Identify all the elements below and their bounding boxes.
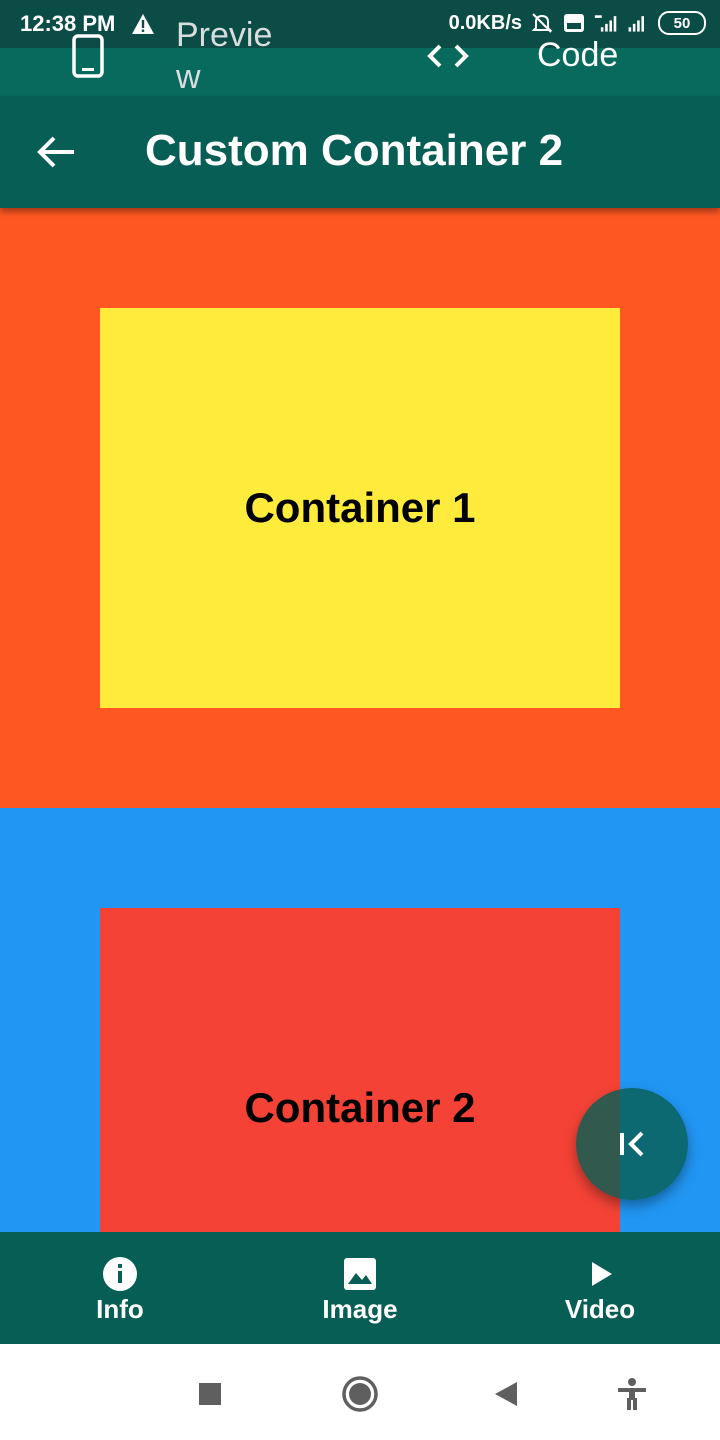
nav-item-info[interactable]: Info xyxy=(0,1232,240,1344)
home-circle-icon[interactable] xyxy=(340,1374,380,1414)
signal-icon xyxy=(628,16,644,32)
page-title: Custom Container 2 xyxy=(145,126,564,175)
collapse-left-icon xyxy=(620,1131,644,1157)
container-1-label: Container 1 xyxy=(244,484,476,531)
outer-container-1: Container 1 xyxy=(0,208,720,808)
nav-label-video: Video xyxy=(564,1294,636,1324)
image-icon xyxy=(344,1258,376,1290)
arrow-left-icon[interactable] xyxy=(32,132,80,172)
network-speed: 0.0KB/s xyxy=(448,11,522,34)
tab-code[interactable]: Code xyxy=(537,36,618,75)
bottom-nav: Info Image Video xyxy=(0,1232,720,1344)
nav-item-video[interactable]: Video xyxy=(480,1232,720,1344)
phone-icon[interactable] xyxy=(72,34,104,78)
info-icon xyxy=(103,1257,137,1291)
nav-label-image: Image xyxy=(322,1294,398,1324)
signal-4g-icon xyxy=(594,15,617,32)
system-nav-bar xyxy=(0,1344,720,1440)
accessibility-icon[interactable] xyxy=(612,1374,652,1414)
container-2-label: Container 2 xyxy=(244,1084,476,1131)
play-icon xyxy=(592,1262,612,1286)
warning-icon xyxy=(132,14,154,34)
tab-preview[interactable]: Preview xyxy=(176,14,286,98)
battery-icon: 50 xyxy=(658,11,706,35)
app-bar: Custom Container 2 xyxy=(0,96,720,208)
mute-icon xyxy=(531,13,553,33)
collapse-fab-button[interactable] xyxy=(576,1088,688,1200)
container-1: Container 1 xyxy=(100,308,620,708)
recents-square-icon[interactable] xyxy=(190,1374,230,1414)
back-triangle-icon[interactable] xyxy=(486,1374,526,1414)
status-icons: 0.0KB/s 50 xyxy=(449,11,706,35)
code-icon[interactable] xyxy=(426,38,470,74)
nav-item-image[interactable]: Image xyxy=(240,1232,480,1344)
nav-label-info: Info xyxy=(96,1294,144,1324)
volte-icon xyxy=(564,14,584,32)
